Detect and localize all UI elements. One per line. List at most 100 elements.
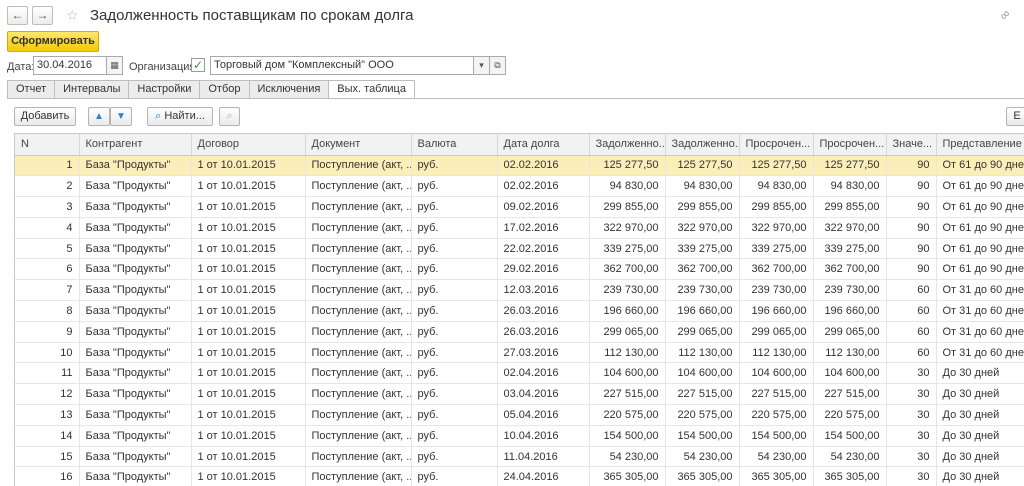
table-cell: 104 600,00: [589, 362, 666, 385]
table-row[interactable]: 5 База "Продукты" 1 от 10.01.2015 Поступлен…: [15, 238, 1024, 260]
column-header[interactable]: Значе...: [886, 134, 937, 156]
tab-intervals[interactable]: Интервалы: [54, 80, 129, 99]
calendar-icon: ▦: [110, 60, 119, 70]
table-cell: 104 600,00: [813, 362, 887, 385]
column-header[interactable]: Задолженно...: [665, 134, 740, 156]
table-cell: 299 065,00: [813, 321, 887, 343]
column-header[interactable]: Документ: [305, 134, 412, 156]
table-row[interactable]: 4 База "Продукты" 1 от 10.01.2015 Поступлен…: [15, 217, 1024, 239]
table-row[interactable]: 3 База "Продукты" 1 от 10.01.2015 Поступлен…: [15, 196, 1024, 218]
table-cell: 26.03.2016: [497, 321, 590, 343]
table-cell: 299 855,00: [739, 196, 814, 218]
forward-button[interactable]: →: [32, 6, 53, 25]
table-cell: руб.: [411, 300, 498, 322]
table-cell: руб.: [411, 466, 498, 486]
clear-search-button[interactable]: ⌕: [219, 107, 240, 126]
table-cell: Поступление (акт, ...: [305, 238, 412, 260]
calendar-button[interactable]: ▦: [106, 56, 123, 75]
link-icon[interactable]: ∞: [996, 6, 1013, 23]
table-cell: 3: [15, 196, 80, 218]
column-header[interactable]: Просрочен...: [739, 134, 814, 156]
tab-settings[interactable]: Настройки: [128, 80, 200, 99]
table-cell: 1 от 10.01.2015: [191, 217, 306, 239]
move-up-button[interactable]: ▲: [88, 107, 110, 126]
table-row[interactable]: 16 База "Продукты" 1 от 10.01.2015 Поступле…: [15, 466, 1024, 486]
column-header[interactable]: Просрочен...: [813, 134, 887, 156]
table-cell: руб.: [411, 258, 498, 281]
column-header[interactable]: Дата долга: [497, 134, 590, 156]
table-row[interactable]: 1 База "Продукты" 1 от 10.01.2015 Поступлен…: [15, 155, 1024, 177]
table-cell: База "Продукты": [79, 217, 192, 239]
find-button[interactable]: ⌕ Найти...: [147, 107, 213, 126]
table-cell: До 30 дней: [936, 404, 1024, 426]
tab-exclusions[interactable]: Исключения: [248, 80, 329, 99]
tab-bar: Отчет Интервалы Настройки Отбор Исключен…: [7, 80, 415, 99]
table-cell: 02.04.2016: [497, 362, 590, 385]
table-cell: 339 275,00: [739, 238, 814, 260]
table-cell: 29.02.2016: [497, 258, 590, 281]
table-cell: 94 830,00: [665, 175, 740, 198]
table-cell: База "Продукты": [79, 238, 192, 260]
back-button[interactable]: ←: [7, 6, 28, 25]
table-cell: 227 515,00: [813, 383, 887, 406]
table-cell: 112 130,00: [813, 342, 887, 364]
table-row[interactable]: 10 База "Продукты" 1 от 10.01.2015 Поступле…: [15, 342, 1024, 364]
table-row[interactable]: 7 База "Продукты" 1 от 10.01.2015 Поступлен…: [15, 279, 1024, 302]
column-header[interactable]: N: [15, 134, 80, 156]
table-cell: 11.04.2016: [497, 446, 590, 468]
organization-label: Организация:: [129, 61, 199, 73]
table-cell: 13: [15, 404, 80, 426]
table-cell: руб.: [411, 446, 498, 468]
generate-button[interactable]: Сформировать: [7, 31, 99, 52]
table-cell: Поступление (акт, ...: [305, 404, 412, 426]
table-cell: 365 305,00: [813, 466, 887, 486]
table-row[interactable]: 12 База "Продукты" 1 от 10.01.2015 Поступле…: [15, 383, 1024, 406]
favorite-star-icon[interactable]: ☆: [66, 5, 79, 25]
tab-report[interactable]: Отчет: [7, 80, 55, 99]
table-cell: Поступление (акт, ...: [305, 342, 412, 364]
column-header[interactable]: Валюта: [411, 134, 498, 156]
table-cell: 154 500,00: [739, 425, 814, 447]
organization-checkbox[interactable]: ✓: [191, 58, 205, 72]
table-cell: 362 700,00: [739, 258, 814, 281]
add-button[interactable]: Добавить: [14, 107, 76, 126]
table-cell: Поступление (акт, ...: [305, 425, 412, 447]
output-table[interactable]: N Контрагент Договор Документ Валюта Дат…: [14, 133, 1024, 486]
organization-dropdown-button[interactable]: ▾: [473, 56, 490, 75]
column-header[interactable]: Задолженно...: [589, 134, 666, 156]
table-row[interactable]: 14 База "Продукты" 1 от 10.01.2015 Поступле…: [15, 425, 1024, 447]
column-header[interactable]: Договор: [191, 134, 306, 156]
table-row[interactable]: 11 База "Продукты" 1 от 10.01.2015 Поступле…: [15, 362, 1024, 385]
table-cell: 196 660,00: [739, 300, 814, 322]
table-cell: 1 от 10.01.2015: [191, 342, 306, 364]
table-row[interactable]: 15 База "Продукты" 1 от 10.01.2015 Поступле…: [15, 446, 1024, 468]
table-cell: 1 от 10.01.2015: [191, 362, 306, 385]
organization-open-button[interactable]: ⧉: [489, 56, 506, 75]
table-cell: 2: [15, 175, 80, 198]
table-row[interactable]: 2 База "Продукты" 1 от 10.01.2015 Поступлен…: [15, 175, 1024, 198]
table-cell: 1 от 10.01.2015: [191, 155, 306, 177]
table-cell: 54 230,00: [589, 446, 666, 468]
table-cell: 220 575,00: [589, 404, 666, 426]
table-row[interactable]: 8 База "Продукты" 1 от 10.01.2015 Поступлен…: [15, 300, 1024, 322]
table-cell: 14: [15, 425, 80, 447]
tab-filter[interactable]: Отбор: [199, 80, 249, 99]
table-row[interactable]: 9 База "Продукты" 1 от 10.01.2015 Поступлен…: [15, 321, 1024, 343]
table-cell: 112 130,00: [739, 342, 814, 364]
table-cell: 22.02.2016: [497, 238, 590, 260]
column-header[interactable]: Представление инт: [936, 134, 1024, 156]
table-cell: 154 500,00: [813, 425, 887, 447]
table-cell: 30: [886, 425, 937, 447]
more-button[interactable]: Е: [1006, 107, 1024, 126]
move-down-button[interactable]: ▼: [110, 107, 132, 126]
table-cell: До 30 дней: [936, 466, 1024, 486]
arrow-down-icon: ▼: [116, 111, 126, 122]
table-cell: руб.: [411, 342, 498, 364]
table-row[interactable]: 6 База "Продукты" 1 от 10.01.2015 Поступлен…: [15, 258, 1024, 281]
organization-field[interactable]: Торговый дом "Комплексный" ООО: [210, 56, 474, 75]
clear-search-icon: ⌕: [226, 110, 233, 122]
date-field[interactable]: 30.04.2016: [33, 56, 107, 75]
column-header[interactable]: Контрагент: [79, 134, 192, 156]
table-row[interactable]: 13 База "Продукты" 1 от 10.01.2015 Поступле…: [15, 404, 1024, 426]
tab-output-table[interactable]: Вых. таблица: [328, 80, 415, 99]
